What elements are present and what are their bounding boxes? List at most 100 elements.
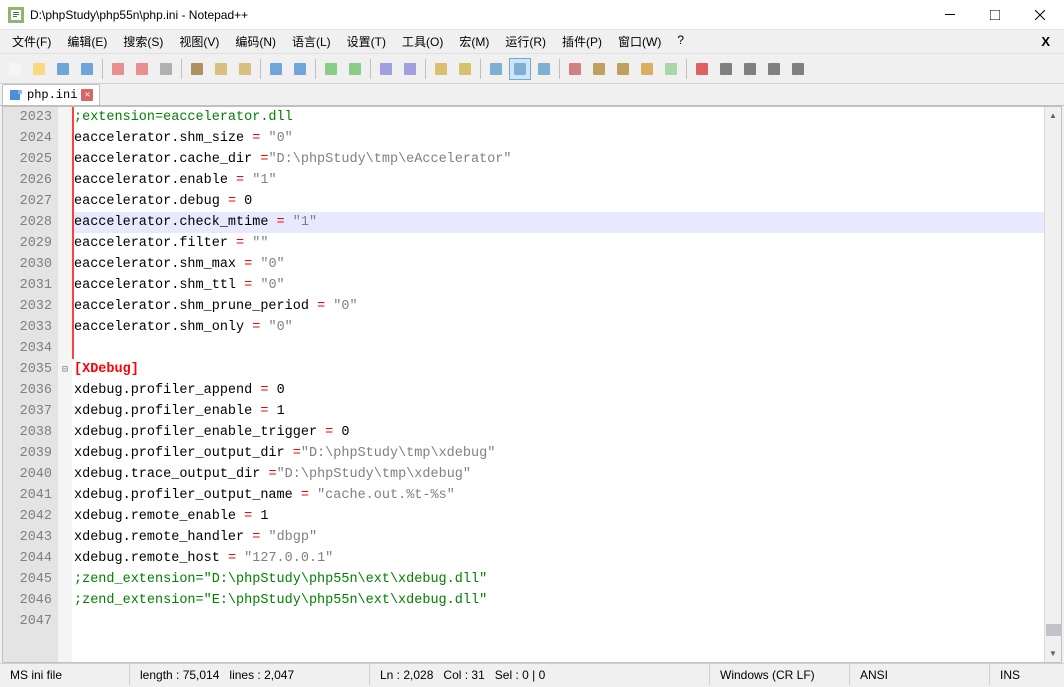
menubar-close-button[interactable]: X: [1031, 32, 1060, 51]
menu-item[interactable]: 搜索(S): [115, 31, 171, 52]
code-line[interactable]: eaccelerator.shm_max = "0": [72, 254, 1061, 275]
toolbar: [0, 54, 1064, 84]
menu-item[interactable]: 宏(M): [451, 31, 497, 52]
save-icon[interactable]: [52, 58, 74, 80]
close-icon[interactable]: [107, 58, 129, 80]
status-insert-mode: INS: [990, 664, 1064, 685]
line-number-gutter: 2023202420252026202720282029203020312032…: [3, 107, 58, 662]
tab-bar: php.ini ✕: [0, 84, 1064, 106]
code-line[interactable]: xdebug.remote_enable = 1: [72, 506, 1061, 527]
code-line[interactable]: eaccelerator.filter = "": [72, 233, 1061, 254]
play-multi-icon[interactable]: [763, 58, 785, 80]
print-icon[interactable]: [155, 58, 177, 80]
menu-item[interactable]: 文件(F): [4, 31, 59, 52]
fold-column[interactable]: ⊟: [58, 107, 72, 662]
code-line[interactable]: eaccelerator.enable = "1": [72, 170, 1061, 191]
redo-icon[interactable]: [289, 58, 311, 80]
code-line[interactable]: eaccelerator.check_mtime = "1": [72, 212, 1061, 233]
window-title: D:\phpStudy\php55n\php.ini - Notepad++: [30, 8, 927, 22]
wordwrap-icon[interactable]: [485, 58, 507, 80]
stop-icon[interactable]: [715, 58, 737, 80]
doc-map-icon[interactable]: [588, 58, 610, 80]
save-all-icon[interactable]: [76, 58, 98, 80]
menu-item[interactable]: 语言(L): [284, 31, 339, 52]
close-button[interactable]: [1017, 0, 1062, 29]
save-macro-icon[interactable]: [787, 58, 809, 80]
menu-item[interactable]: 编辑(E): [59, 31, 115, 52]
menu-item[interactable]: 运行(R): [497, 31, 554, 52]
status-eol: Windows (CR LF): [710, 664, 850, 685]
menubar: 文件(F)编辑(E)搜索(S)视图(V)编码(N)语言(L)设置(T)工具(O)…: [0, 30, 1064, 54]
code-line[interactable]: xdebug.profiler_append = 0: [72, 380, 1061, 401]
record-icon[interactable]: [691, 58, 713, 80]
app-icon: [8, 7, 24, 23]
code-line[interactable]: eaccelerator.cache_dir ="D:\phpStudy\tmp…: [72, 149, 1061, 170]
code-line[interactable]: eaccelerator.shm_prune_period = "0": [72, 296, 1061, 317]
zoom-in-icon[interactable]: [375, 58, 397, 80]
monitor-icon[interactable]: [660, 58, 682, 80]
minimize-button[interactable]: [927, 0, 972, 29]
maximize-button[interactable]: [972, 0, 1017, 29]
zoom-out-icon[interactable]: [399, 58, 421, 80]
lang-icon[interactable]: [564, 58, 586, 80]
indent-guide-icon[interactable]: [533, 58, 555, 80]
tab-active[interactable]: php.ini ✕: [2, 84, 100, 105]
code-line[interactable]: xdebug.profiler_output_dir ="D:\phpStudy…: [72, 443, 1061, 464]
sync-v-icon[interactable]: [430, 58, 452, 80]
menu-item[interactable]: 工具(O): [394, 31, 451, 52]
code-area[interactable]: ;extension=eaccelerator.dlleaccelerator.…: [72, 107, 1061, 662]
play-icon[interactable]: [739, 58, 761, 80]
undo-icon[interactable]: [265, 58, 287, 80]
status-filetype: MS ini file: [0, 664, 130, 685]
code-line[interactable]: xdebug.remote_host = "127.0.0.1": [72, 548, 1061, 569]
tab-close-icon[interactable]: ✕: [81, 89, 93, 101]
copy-icon[interactable]: [210, 58, 232, 80]
editor[interactable]: 2023202420252026202720282029203020312032…: [2, 106, 1062, 663]
menu-item[interactable]: 视图(V): [171, 31, 227, 52]
status-position: Ln : 2,028 Col : 31 Sel : 0 | 0: [370, 664, 710, 685]
file-icon: [9, 88, 23, 102]
scroll-down-button[interactable]: ▼: [1045, 645, 1061, 662]
all-chars-icon[interactable]: [509, 58, 531, 80]
code-line[interactable]: [72, 338, 1061, 359]
code-line[interactable]: xdebug.trace_output_dir ="D:\phpStudy\tm…: [72, 464, 1061, 485]
status-length: length : 75,014 lines : 2,047: [130, 664, 370, 685]
close-all-icon[interactable]: [131, 58, 153, 80]
code-line[interactable]: eaccelerator.shm_size = "0": [72, 128, 1061, 149]
menu-item[interactable]: 设置(T): [339, 31, 394, 52]
vertical-scrollbar[interactable]: ▲ ▼: [1044, 107, 1061, 662]
replace-icon[interactable]: [344, 58, 366, 80]
code-line[interactable]: xdebug.profiler_output_name = "cache.out…: [72, 485, 1061, 506]
code-line[interactable]: [72, 611, 1061, 632]
sync-h-icon[interactable]: [454, 58, 476, 80]
menu-item[interactable]: 编码(N): [227, 31, 284, 52]
menu-item[interactable]: ?: [669, 31, 692, 52]
code-line[interactable]: xdebug.profiler_enable_trigger = 0: [72, 422, 1061, 443]
code-line[interactable]: ;zend_extension="D:\phpStudy\php55n\ext\…: [72, 569, 1061, 590]
code-line[interactable]: eaccelerator.shm_only = "0": [72, 317, 1061, 338]
scroll-track[interactable]: [1045, 124, 1061, 645]
code-line[interactable]: eaccelerator.debug = 0: [72, 191, 1061, 212]
code-line[interactable]: eaccelerator.shm_ttl = "0": [72, 275, 1061, 296]
paste-icon[interactable]: [234, 58, 256, 80]
folder-icon[interactable]: [636, 58, 658, 80]
scroll-up-button[interactable]: ▲: [1045, 107, 1061, 124]
statusbar: MS ini file length : 75,014 lines : 2,04…: [0, 663, 1064, 685]
code-line[interactable]: [XDebug]: [72, 359, 1061, 380]
code-line[interactable]: xdebug.remote_handler = "dbgp": [72, 527, 1061, 548]
open-file-icon[interactable]: [28, 58, 50, 80]
code-line[interactable]: ;extension=eaccelerator.dll: [72, 107, 1061, 128]
change-marker: [72, 107, 74, 359]
menu-item[interactable]: 插件(P): [554, 31, 610, 52]
new-file-icon[interactable]: [4, 58, 26, 80]
menu-item[interactable]: 窗口(W): [610, 31, 669, 52]
titlebar: D:\phpStudy\php55n\php.ini - Notepad++: [0, 0, 1064, 30]
code-line[interactable]: ;zend_extension="E:\phpStudy\php55n\ext\…: [72, 590, 1061, 611]
cut-icon[interactable]: [186, 58, 208, 80]
func-list-icon[interactable]: [612, 58, 634, 80]
scroll-thumb[interactable]: [1046, 624, 1061, 636]
code-line[interactable]: xdebug.profiler_enable = 1: [72, 401, 1061, 422]
find-icon[interactable]: [320, 58, 342, 80]
tab-label: php.ini: [27, 88, 77, 102]
status-encoding: ANSI: [850, 664, 990, 685]
